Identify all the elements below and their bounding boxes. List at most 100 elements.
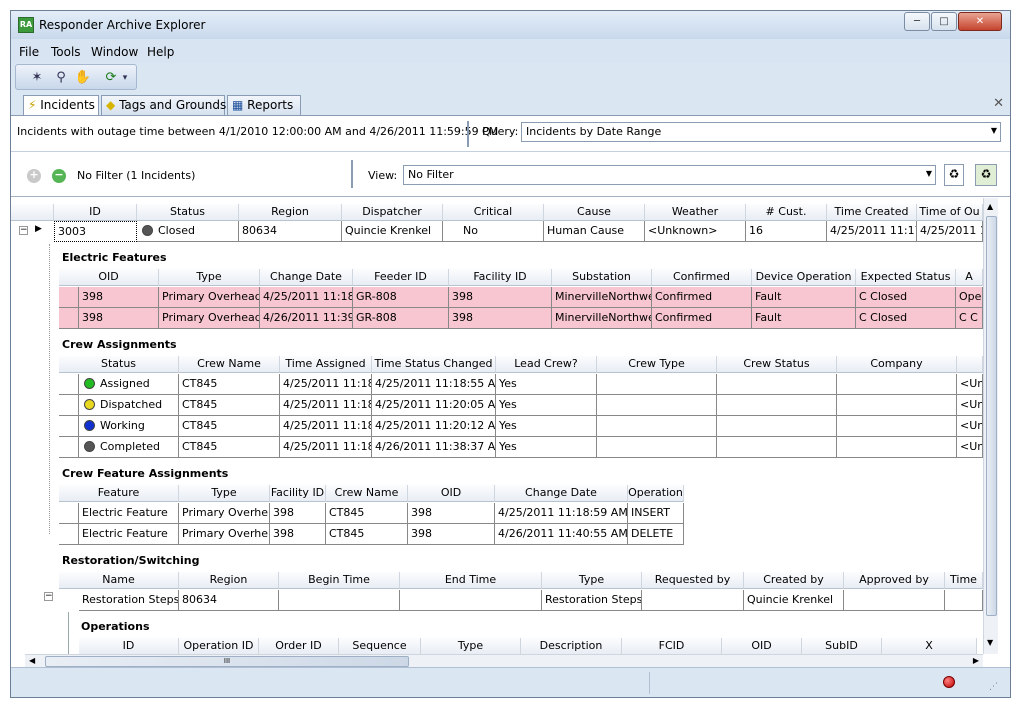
collapse-icon[interactable]: − [19,226,28,235]
tab-incidents[interactable]: ⚡ Incidents [23,95,99,116]
column-header[interactable]: Type [179,485,270,502]
table-cell[interactable] [717,395,837,416]
table-cell[interactable]: 398 [270,524,326,545]
table-cell[interactable]: 4/25/2011 11:18 [280,416,372,437]
refresh-icon[interactable]: ⟳ [102,69,120,87]
table-cell[interactable] [400,590,542,611]
table-cell[interactable]: 4/25/2011 11:20:05 AM [372,395,496,416]
crew-status[interactable]: Dispatched [79,395,179,416]
menu-tools[interactable]: Tools [51,45,81,59]
table-cell[interactable] [597,416,717,437]
table-cell[interactable]: Ope [956,287,983,308]
zoom-icon[interactable]: ⚲ [52,69,70,87]
table-cell[interactable]: 4/25/2011 11:18 [260,287,353,308]
scroll-right-icon[interactable]: ▶ [973,656,979,665]
table-cell[interactable] [597,374,717,395]
table-cell[interactable]: 398 [79,308,159,329]
column-header[interactable]: Company [837,356,957,373]
collapse-icon[interactable]: − [44,592,53,601]
table-cell[interactable]: <Un [957,395,983,416]
crew-status[interactable]: Working [79,416,179,437]
column-header[interactable]: OID [59,269,159,286]
column-header[interactable]: Dispatcher [342,204,443,221]
add-filter-icon[interactable]: + [27,169,41,183]
horizontal-scrollbar[interactable]: ◀ III ▶ [25,654,983,668]
select-tool-icon[interactable]: ✶ [28,69,46,87]
table-cell[interactable]: CT845 [326,524,408,545]
table-cell[interactable]: Yes [496,437,597,458]
column-header[interactable]: Lead Crew? [496,356,597,373]
column-header[interactable]: Critical [443,204,544,221]
column-header[interactable]: Type [159,269,260,286]
table-cell[interactable]: 4/25/2011 11:18:55 AM [372,374,496,395]
resize-grip-icon[interactable]: ⋰ [989,682,998,692]
column-header[interactable]: Feature [59,485,179,502]
column-header[interactable]: Facility ID [270,485,326,502]
column-header[interactable]: # Cust. [746,204,827,221]
table-cell[interactable]: Fault [752,287,856,308]
column-header[interactable]: ID [79,638,179,654]
table-cell[interactable]: 4/25/2011 11:18 [280,374,372,395]
table-cell[interactable]: 4/25/2011 11:18:59 AM [495,503,628,524]
remove-filter-icon[interactable]: − [52,169,66,183]
table-cell[interactable]: Yes [496,395,597,416]
column-header[interactable] [957,356,983,373]
table-cell[interactable] [837,395,957,416]
table-cell[interactable]: C Closed [856,308,956,329]
table-cell[interactable]: INSERT [628,503,684,524]
table-cell[interactable]: CT845 [179,374,280,395]
clear-find-icon[interactable]: ♻ [975,164,997,186]
vertical-scrollbar[interactable]: ▲ ▼ [983,198,998,654]
column-header[interactable]: Substation [552,269,652,286]
table-cell[interactable] [597,395,717,416]
table-cell[interactable]: 398 [449,287,552,308]
column-header[interactable]: ID [54,204,137,221]
column-header[interactable]: FCID [622,638,722,654]
table-cell[interactable]: 398 [408,503,495,524]
tab-reports[interactable]: ▦ Reports [227,95,301,115]
table-cell[interactable] [717,416,837,437]
incident-dispatcher[interactable]: Quincie Krenkel [342,221,443,242]
table-cell[interactable]: Electric Feature [79,524,179,545]
table-cell[interactable] [279,590,400,611]
table-cell[interactable]: Primary Overhead [159,308,260,329]
column-header[interactable]: Type [542,572,642,589]
table-cell[interactable]: 4/26/2011 11:38:37 AM [372,437,496,458]
table-cell[interactable]: DELETE [628,524,684,545]
pan-hand-icon[interactable]: ✋ [74,69,92,87]
column-header[interactable]: Region [179,572,279,589]
table-cell[interactable]: CT845 [179,416,280,437]
table-cell[interactable]: MinervilleNorthwe [552,287,652,308]
table-cell[interactable]: <Un [957,416,983,437]
incident-customers[interactable]: 16 [746,221,827,242]
close-tab-icon[interactable]: ✕ [993,96,1004,111]
column-header[interactable]: X [882,638,977,654]
table-cell[interactable]: CT845 [326,503,408,524]
table-cell[interactable] [837,374,957,395]
view-select[interactable]: No Filter ▼ [403,165,936,185]
column-header[interactable]: Operation ID [179,638,259,654]
table-cell[interactable]: Primary Overhe [179,503,270,524]
column-header[interactable]: Status [59,356,179,373]
column-header[interactable]: Time Assigned [280,356,372,373]
table-cell[interactable]: <Un [957,437,983,458]
table-cell[interactable]: Fault [752,308,856,329]
column-header[interactable]: Crew Name [179,356,280,373]
table-cell[interactable]: Yes [496,416,597,437]
column-header[interactable]: Crew Status [717,356,837,373]
table-cell[interactable]: Quincie Krenkel [744,590,844,611]
menu-file[interactable]: File [19,45,39,59]
table-cell[interactable]: Confirmed [652,308,752,329]
table-cell[interactable]: CT845 [179,395,280,416]
column-header[interactable]: Name [59,572,179,589]
column-header[interactable]: Feeder ID [353,269,449,286]
find-binoculars-icon[interactable]: ♻ [944,164,964,186]
toolbar-overflow-icon[interactable]: ▾ [120,69,130,87]
incident-time-outage[interactable]: 4/25/2011 11 [917,221,983,242]
column-header[interactable]: Requested by [642,572,744,589]
incident-cause[interactable]: Human Cause [544,221,645,242]
table-cell[interactable] [837,416,957,437]
table-cell[interactable]: Confirmed [652,287,752,308]
column-header[interactable]: Weather [645,204,746,221]
column-header[interactable]: End Time [400,572,542,589]
